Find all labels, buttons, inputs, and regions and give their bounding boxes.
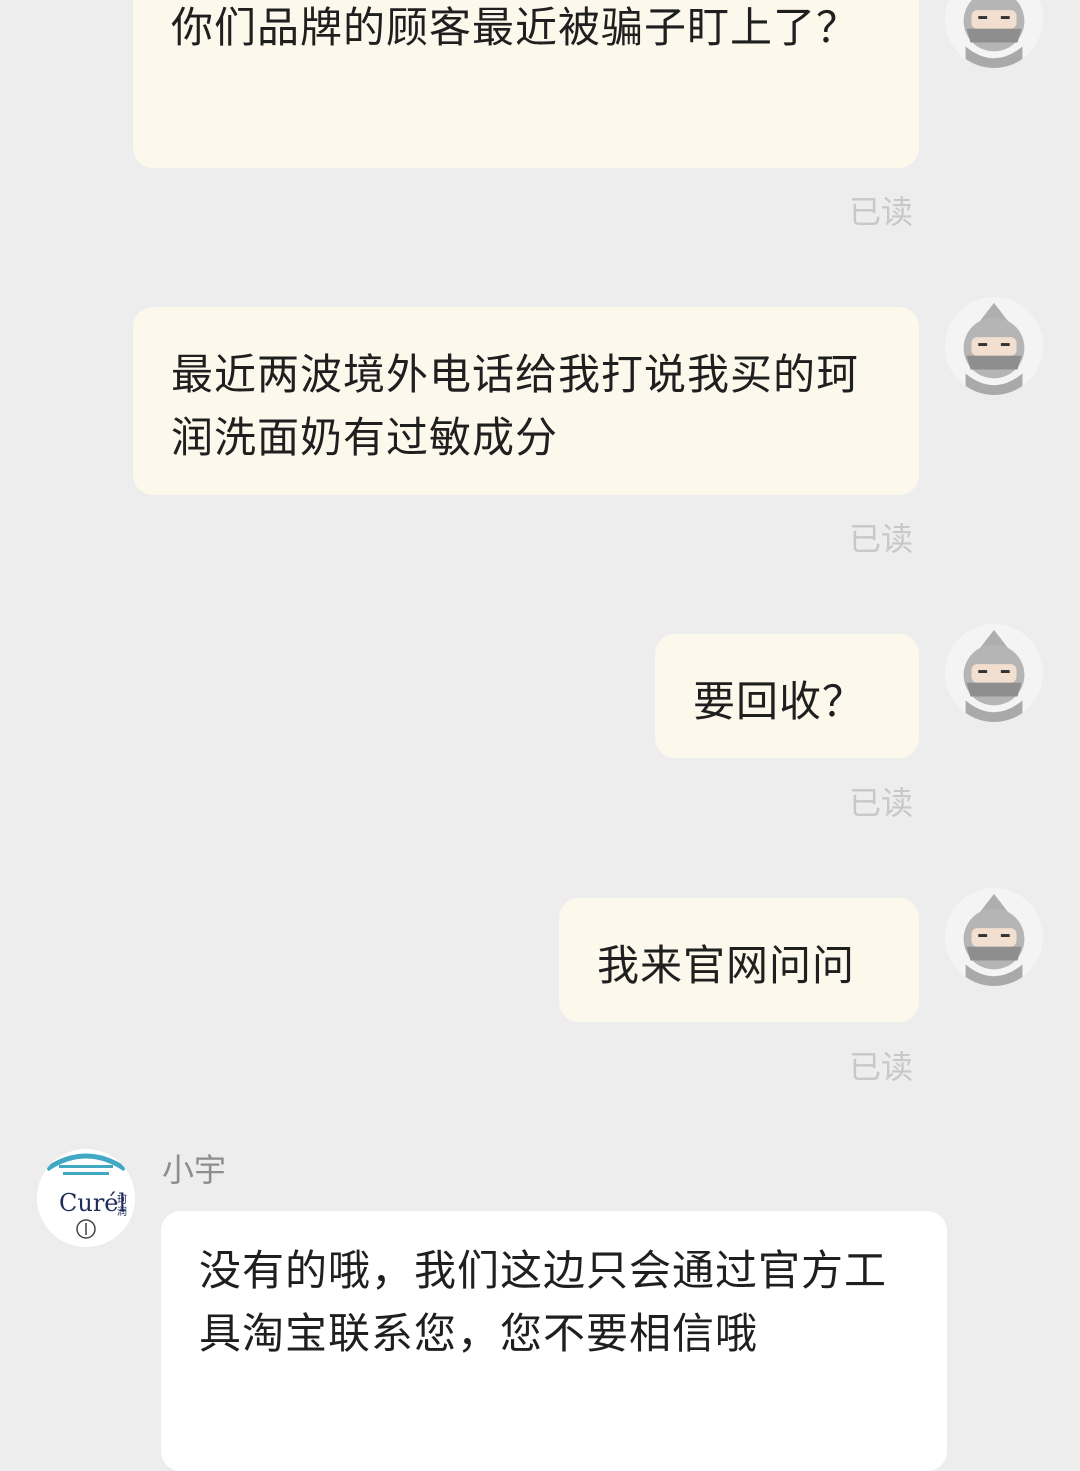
ninja-avatar-icon: [945, 888, 1043, 986]
ninja-avatar-icon: [945, 297, 1043, 395]
sent-message[interactable]: 最近两波境外电话给我打说我买的珂润洗面奶有过敏成分: [133, 307, 919, 495]
user-avatar[interactable]: [945, 624, 1043, 722]
chat-thread: 你们品牌的顾客最近被骗子盯上了？ 已读 最近两波境外电话给我打说我买的珂润洗面奶…: [0, 0, 1080, 1471]
sent-message[interactable]: 我来官网问问: [559, 898, 919, 1022]
sender-name: 小宇: [162, 1151, 227, 1189]
brand-logo-text-cn-1: 珂: [117, 1195, 127, 1206]
ninja-avatar-icon: [945, 0, 1043, 68]
sent-message[interactable]: 要回收？: [655, 634, 919, 758]
brand-logo-text-cn-2: 润: [117, 1205, 127, 1218]
user-avatar[interactable]: [945, 0, 1043, 68]
curel-logo-icon: Curél 珂 润: [37, 1149, 135, 1247]
read-status: 已读: [849, 1048, 914, 1086]
read-status: 已读: [849, 193, 914, 231]
user-avatar[interactable]: [945, 888, 1043, 986]
read-status: 已读: [849, 520, 914, 558]
read-status: 已读: [849, 784, 914, 822]
brand-avatar[interactable]: Curél 珂 润: [37, 1149, 135, 1247]
user-avatar[interactable]: [945, 297, 1043, 395]
ninja-avatar-icon: [945, 624, 1043, 722]
sent-message[interactable]: 你们品牌的顾客最近被骗子盯上了？: [133, 0, 919, 168]
received-message[interactable]: 没有的哦，我们这边只会通过官方工具淘宝联系您，您不要相信哦: [161, 1211, 947, 1471]
